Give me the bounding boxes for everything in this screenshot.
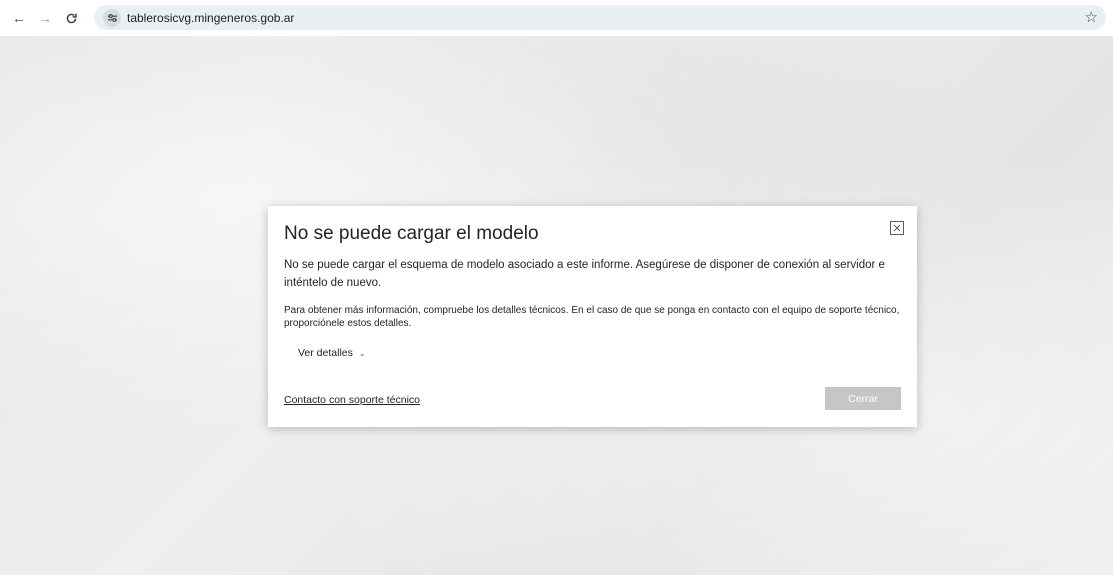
- dialog-message: No se puede cargar el esquema de modelo …: [284, 259, 885, 289]
- dialog-note: Para obtener más información, compruebe …: [284, 305, 900, 329]
- forward-arrow-icon[interactable]: →: [34, 7, 56, 29]
- tune-icon: [107, 13, 117, 22]
- reload-icon[interactable]: [60, 7, 82, 29]
- view-details-toggle[interactable]: Ver detalles ⌄: [298, 347, 366, 359]
- address-bar[interactable]: tablerosicvg.mingeneros.gob.ar ☆: [94, 5, 1106, 30]
- chevron-down-icon: ⌄: [358, 348, 366, 358]
- close-x-glyph: [893, 224, 901, 232]
- browser-toolbar: ← → tablerosicvg.mingeneros.gob.ar ☆: [0, 0, 1113, 36]
- close-button[interactable]: Cerrar: [825, 387, 901, 410]
- error-dialog: No se puede cargar el modelo No se puede…: [268, 206, 917, 427]
- back-arrow-icon[interactable]: ←: [8, 7, 30, 29]
- site-info-icon[interactable]: [103, 8, 121, 27]
- close-icon[interactable]: [890, 221, 904, 235]
- reload-glyph: [66, 13, 77, 23]
- support-contact-link[interactable]: Contacto con soporte técnico: [284, 394, 420, 406]
- dialog-title: No se puede cargar el modelo: [284, 223, 539, 244]
- bookmark-star-icon[interactable]: ☆: [1085, 8, 1098, 26]
- url-text: tablerosicvg.mingeneros.gob.ar: [127, 10, 295, 25]
- view-details-label: Ver detalles: [298, 347, 353, 359]
